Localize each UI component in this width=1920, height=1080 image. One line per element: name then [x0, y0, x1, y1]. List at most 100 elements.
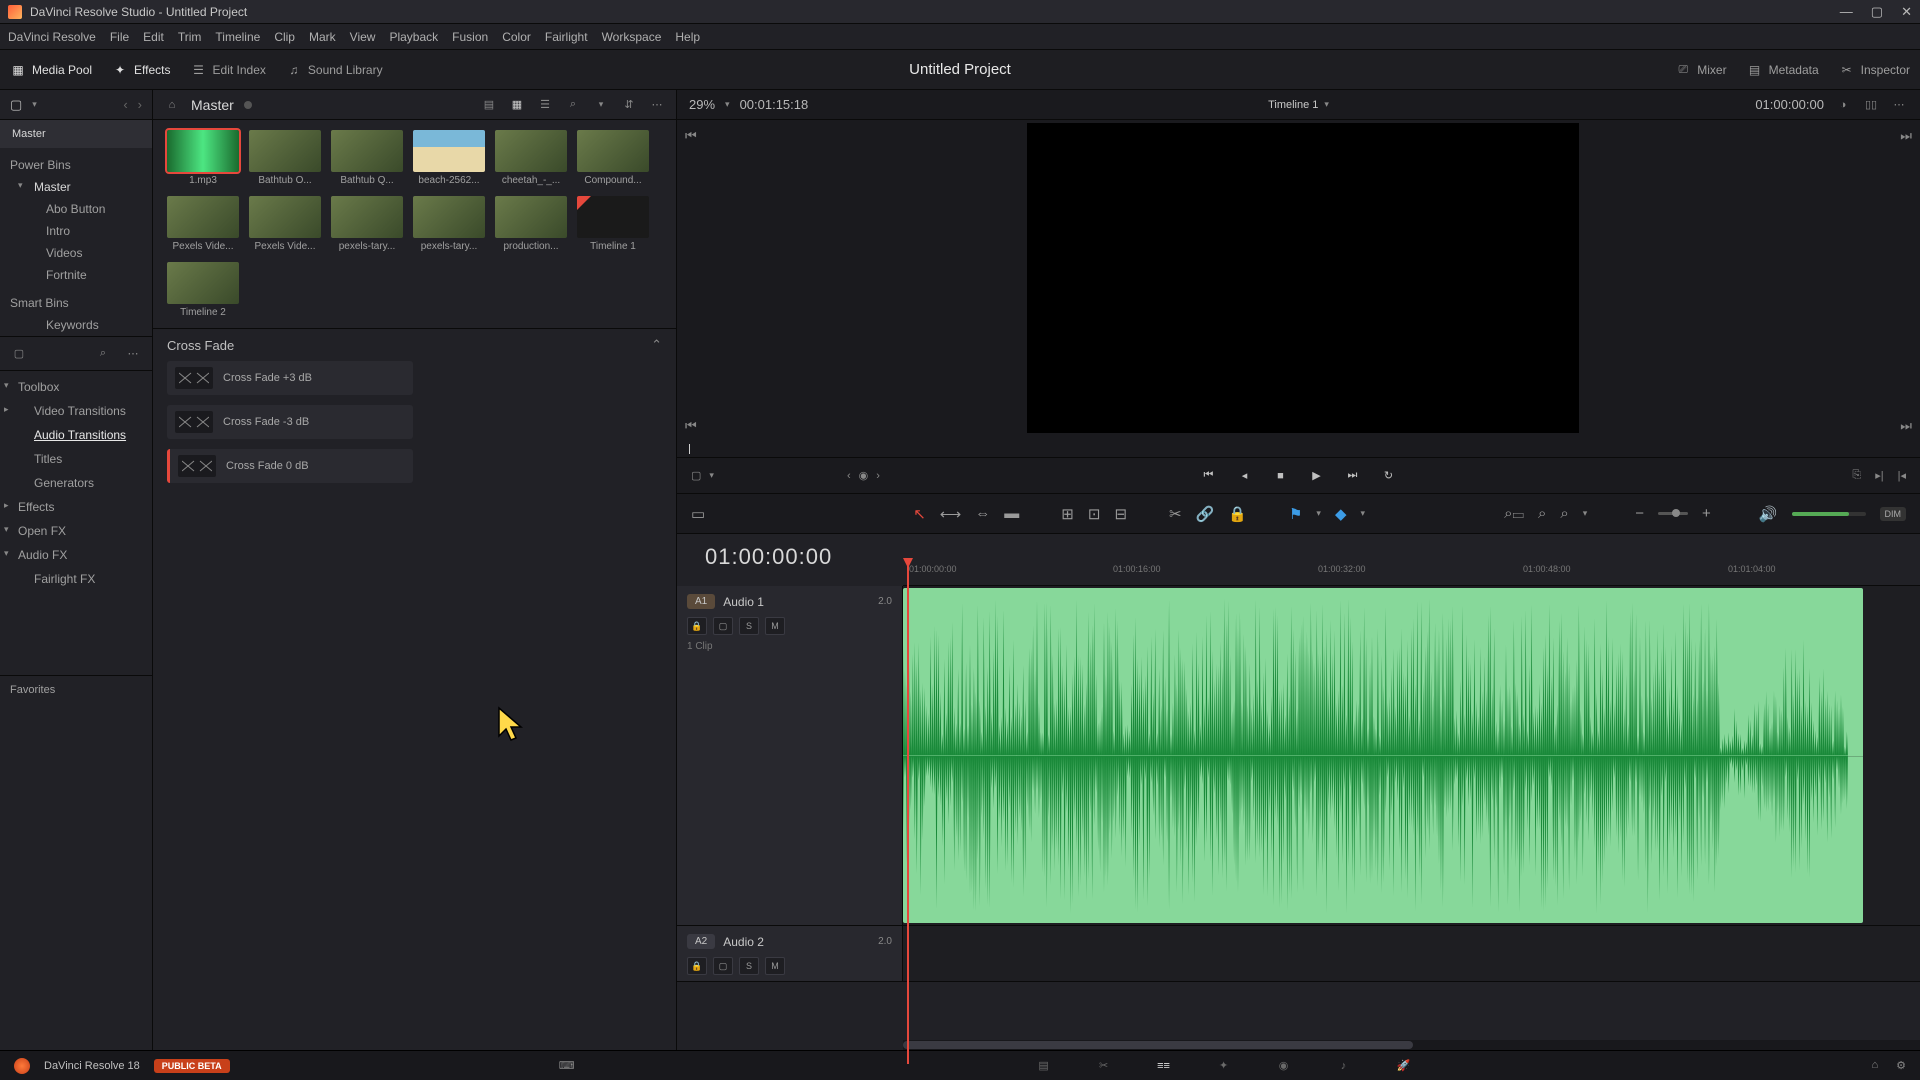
view-list-icon[interactable]: ☰: [536, 96, 554, 114]
sort-icon[interactable]: ⇵: [620, 96, 638, 114]
search-icon[interactable]: ⌕: [94, 345, 112, 363]
more-icon[interactable]: ⋯: [1890, 96, 1908, 114]
timeline-scrollbar[interactable]: [903, 1040, 1920, 1050]
next-icon[interactable]: ›: [876, 470, 880, 482]
menu-view[interactable]: View: [350, 30, 376, 44]
sidebar-mode-icon[interactable]: ▢: [10, 345, 28, 363]
bins-layout-toggle[interactable]: ▢ ▾ ‹ ›: [0, 90, 152, 120]
menu-file[interactable]: File: [110, 30, 129, 44]
nav-back-icon[interactable]: ‹: [123, 97, 127, 112]
chevron-down-icon[interactable]: ▾: [1361, 508, 1366, 519]
collapse-icon[interactable]: ⌃: [651, 337, 662, 353]
fusion-page-icon[interactable]: ✦: [1213, 1057, 1235, 1075]
viewer-scrubber[interactable]: [677, 440, 1920, 458]
chevron-down-icon[interactable]: ▾: [1316, 508, 1321, 519]
menu-davinci[interactable]: DaVinci Resolve: [8, 30, 96, 44]
tree-video-transitions[interactable]: Video Transitions: [0, 399, 152, 423]
sound-library-toggle[interactable]: ♫ Sound Library: [276, 56, 393, 84]
breadcrumb[interactable]: Master: [191, 97, 234, 113]
menu-help[interactable]: Help: [675, 30, 700, 44]
dual-viewer-icon[interactable]: ▯▯: [1862, 96, 1880, 114]
tree-generators[interactable]: Generators: [0, 471, 152, 495]
mute-button[interactable]: M: [765, 617, 785, 635]
media-clip[interactable]: Timeline 1: [577, 196, 649, 252]
view-metadata-icon[interactable]: ▤: [480, 96, 498, 114]
media-clip[interactable]: Bathtub Q...: [331, 130, 403, 186]
media-page-icon[interactable]: ▤: [1033, 1057, 1055, 1075]
tree-toolbox[interactable]: Toolbox: [0, 375, 152, 399]
overwrite-clip-icon[interactable]: ⊡: [1088, 505, 1101, 523]
overwrite-icon[interactable]: ▸|: [1875, 469, 1883, 482]
media-clip[interactable]: beach-2562...: [413, 130, 485, 186]
media-clip[interactable]: 1.mp3: [167, 130, 239, 186]
settings-icon[interactable]: ⚙: [1896, 1059, 1906, 1072]
bin-master[interactable]: Master: [0, 120, 152, 148]
track-lane-a1[interactable]: [903, 586, 1920, 925]
solo-button[interactable]: S: [739, 957, 759, 975]
bin-fortnite[interactable]: Fortnite: [16, 264, 152, 286]
home-icon[interactable]: ⌂: [1871, 1059, 1878, 1072]
next-button[interactable]: ⏭: [1343, 466, 1363, 486]
last-frame-icon[interactable]: ⏭: [1900, 128, 1912, 144]
zoom-in-icon[interactable]: +: [1702, 505, 1711, 522]
marker-icon[interactable]: ◆: [1335, 505, 1347, 523]
menu-timeline[interactable]: Timeline: [215, 30, 260, 44]
zoom-slider[interactable]: [1658, 512, 1688, 515]
audio-clip[interactable]: [903, 588, 1863, 923]
tree-titles[interactable]: Titles: [0, 447, 152, 471]
menu-trim[interactable]: Trim: [178, 30, 202, 44]
track-header-a2[interactable]: A2 Audio 2 2.0 🔒 ▢ S M: [677, 926, 903, 981]
viewer[interactable]: ⏮ ⏭ ⏮ ⏭: [677, 120, 1920, 440]
menu-workspace[interactable]: Workspace: [602, 30, 662, 44]
blade-tool-icon[interactable]: ▬: [1004, 505, 1019, 522]
zoom-tool-icon[interactable]: ⌕▭: [1504, 505, 1524, 522]
timeline-ruler[interactable]: 01:00:00:00 01:00:16:00 01:00:32:00 01:0…: [903, 534, 1920, 586]
lock-icon[interactable]: 🔒: [687, 617, 707, 635]
track-tag[interactable]: A2: [687, 934, 715, 949]
edit-index-toggle[interactable]: ☰ Edit Index: [181, 56, 276, 84]
tree-open-fx[interactable]: Open FX: [0, 519, 152, 543]
breadcrumb-icon[interactable]: ⌂: [163, 96, 181, 114]
media-clip[interactable]: Timeline 2: [167, 262, 239, 318]
cut-page-icon[interactable]: ✂: [1093, 1057, 1115, 1075]
auto-select-icon[interactable]: ▢: [713, 617, 733, 635]
chevron-down-icon[interactable]: ▾: [592, 96, 610, 114]
effect-crossfade-0[interactable]: Cross Fade 0 dB: [167, 449, 413, 483]
effects-toggle[interactable]: ✦ Effects: [102, 56, 180, 84]
zoom-percent[interactable]: 29%: [689, 97, 715, 112]
bin-videos[interactable]: Videos: [16, 242, 152, 264]
media-clip[interactable]: production...: [495, 196, 567, 252]
more-icon[interactable]: ⋯: [648, 96, 666, 114]
auto-select-icon[interactable]: ▢: [713, 957, 733, 975]
menu-fairlight[interactable]: Fairlight: [545, 30, 588, 44]
flag-icon[interactable]: ⚑: [1289, 505, 1302, 523]
crop-icon[interactable]: ▢: [691, 469, 701, 482]
keyboard-icon[interactable]: ⌨: [558, 1057, 576, 1075]
effect-crossfade-plus3[interactable]: Cross Fade +3 dB: [167, 361, 413, 395]
tree-effects[interactable]: Effects: [0, 495, 152, 519]
menu-clip[interactable]: Clip: [274, 30, 295, 44]
timeline-name[interactable]: Timeline 1: [1268, 99, 1318, 111]
track-lane-a2[interactable]: [903, 926, 1920, 981]
view-thumb-icon[interactable]: ▦: [508, 96, 526, 114]
inspector-toggle[interactable]: ✂ Inspector: [1829, 56, 1920, 84]
volume-slider[interactable]: [1792, 512, 1866, 516]
solo-button[interactable]: S: [739, 617, 759, 635]
chevron-down-icon[interactable]: ▾: [1324, 99, 1329, 110]
close-button[interactable]: ✕: [1901, 4, 1912, 20]
media-pool-toggle[interactable]: ▦ Media Pool: [0, 56, 102, 84]
first-frame-icon[interactable]: ⏮: [685, 418, 697, 434]
track-tag[interactable]: A1: [687, 594, 715, 609]
metadata-toggle[interactable]: ▤ Metadata: [1737, 56, 1829, 84]
bin-intro[interactable]: Intro: [16, 220, 152, 242]
lock-icon[interactable]: 🔒: [1228, 505, 1247, 523]
menu-fusion[interactable]: Fusion: [452, 30, 488, 44]
play-button[interactable]: ▶: [1307, 466, 1327, 486]
lock-icon[interactable]: 🔒: [687, 957, 707, 975]
detail-zoom-icon[interactable]: ⌕: [1538, 505, 1546, 522]
bin-abo-button[interactable]: Abo Button: [16, 198, 152, 220]
link-icon[interactable]: 🔗: [1196, 505, 1215, 523]
first-button[interactable]: ⏮: [1199, 466, 1219, 486]
tree-audio-fx[interactable]: Audio FX: [0, 543, 152, 567]
media-clip[interactable]: pexels-tary...: [413, 196, 485, 252]
